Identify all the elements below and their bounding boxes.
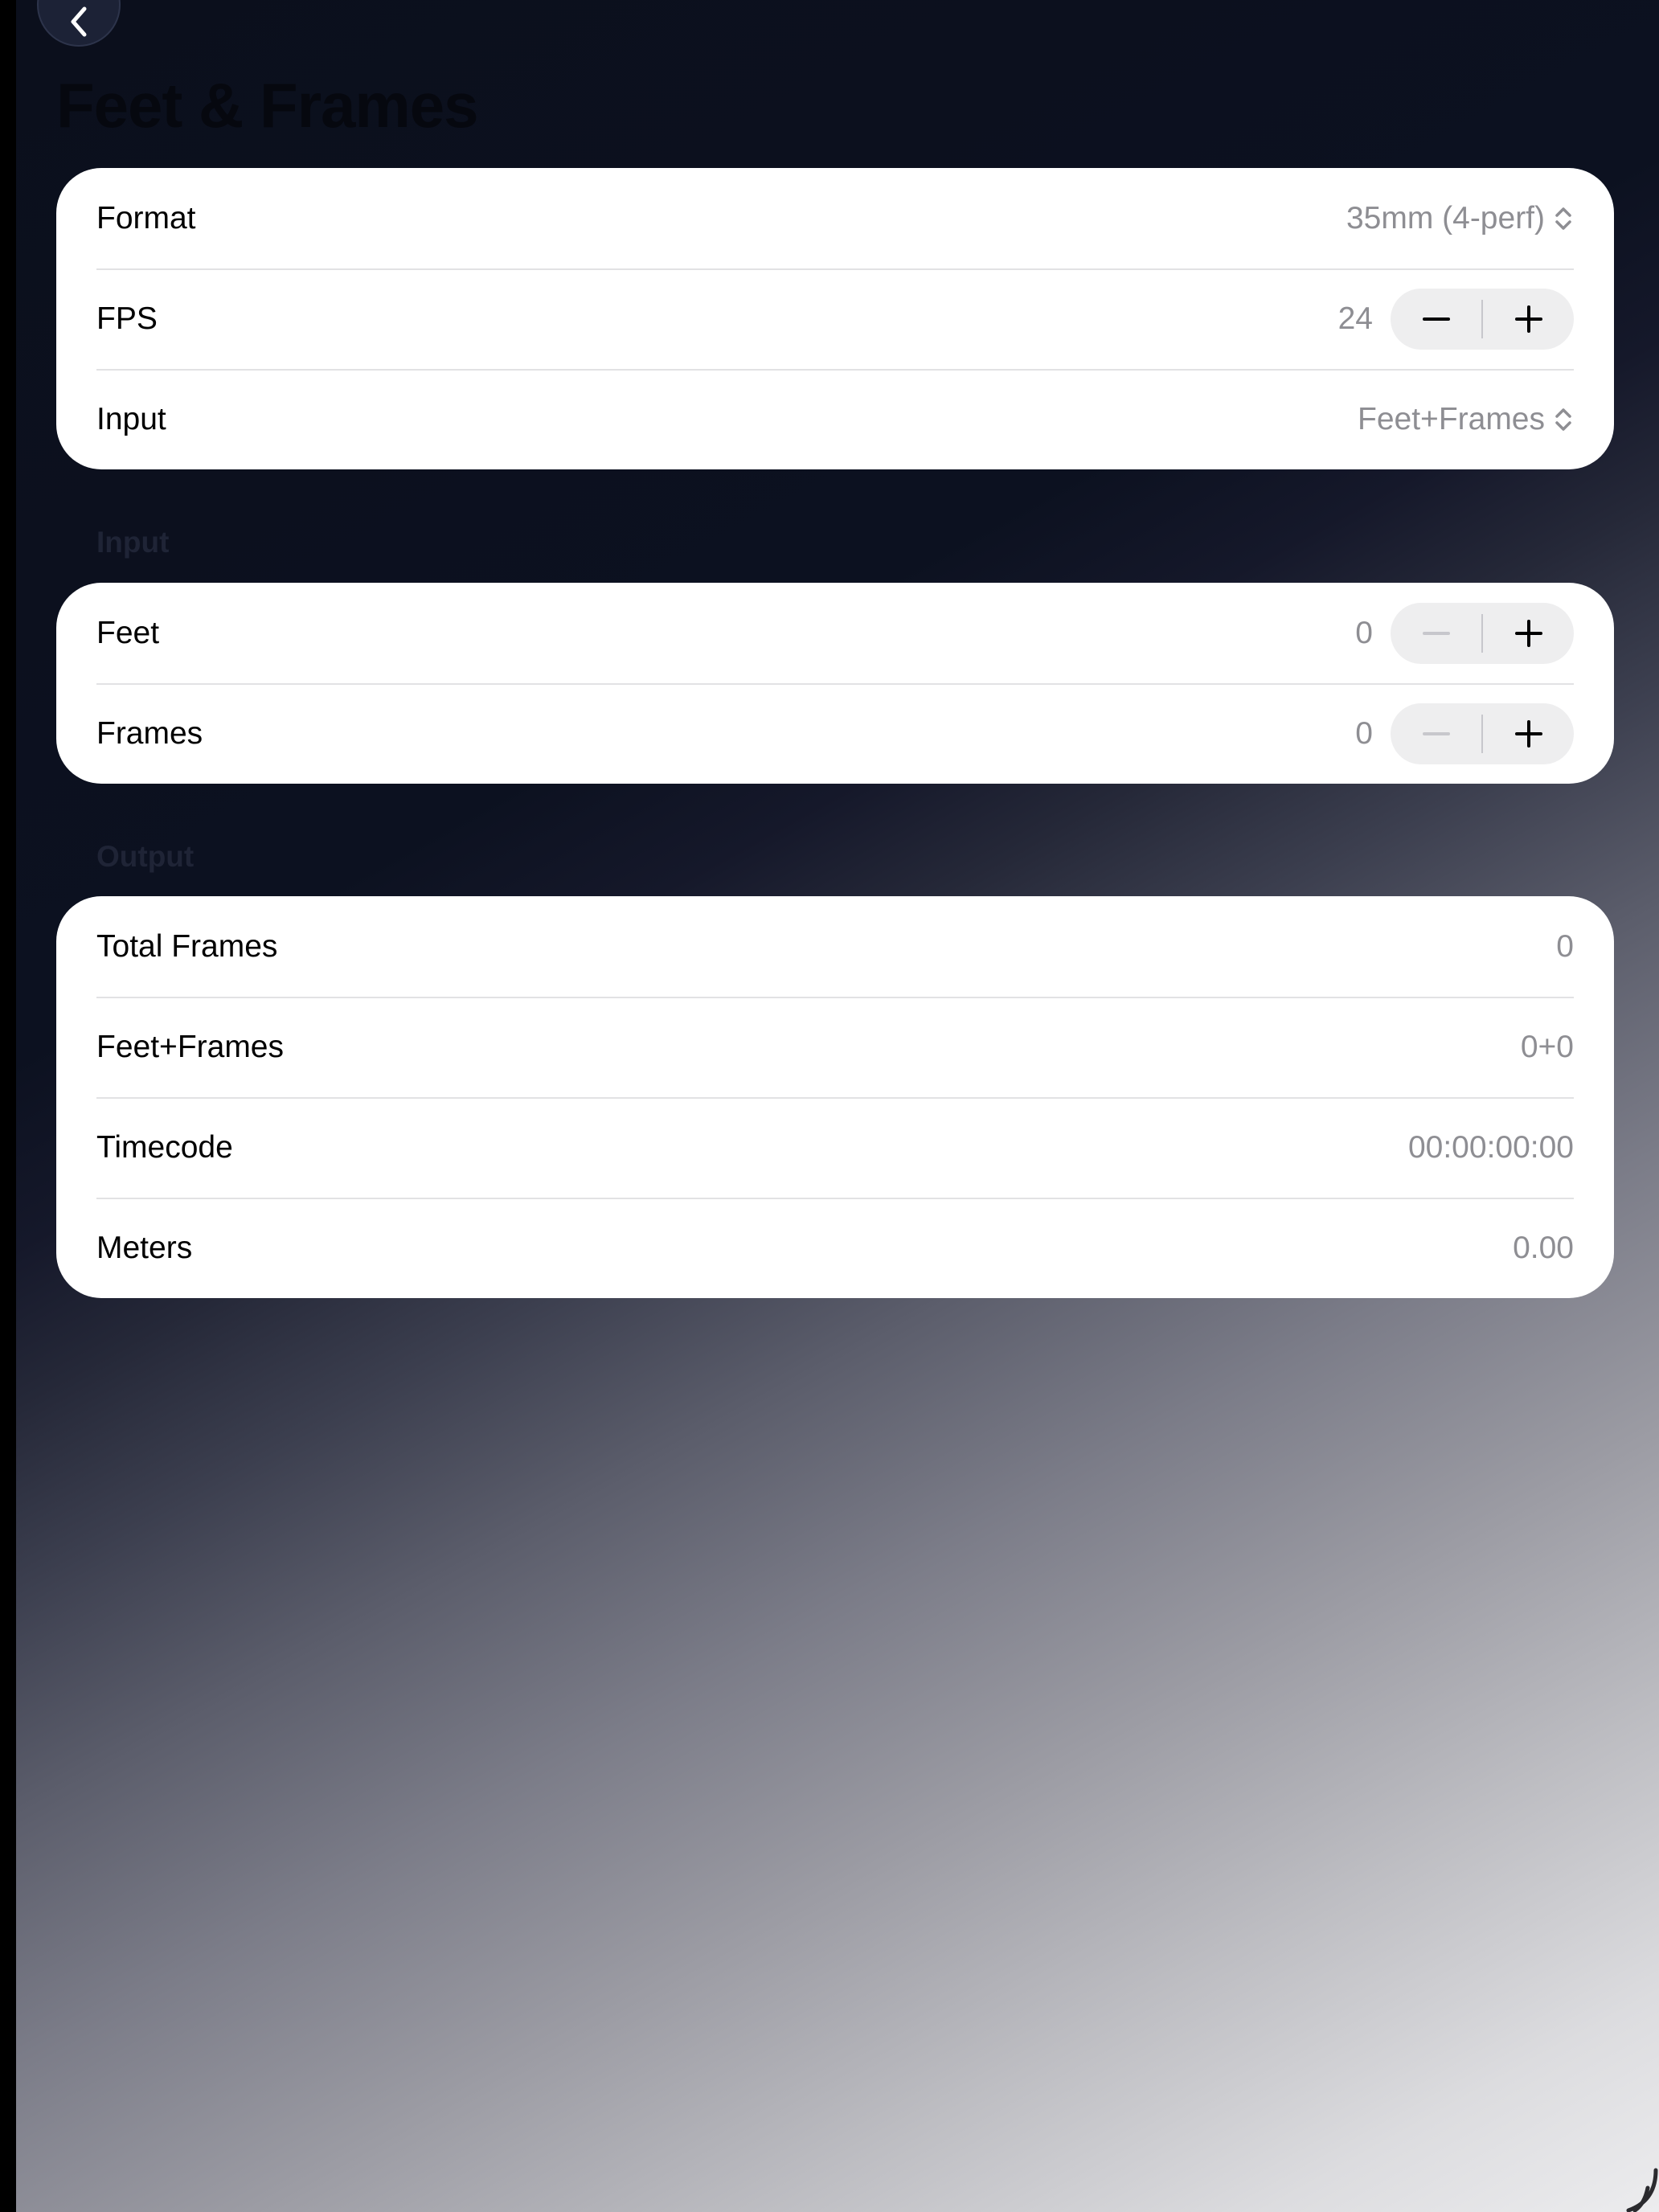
total-frames-value: 0 [1556,928,1574,964]
frames-stepper [1391,703,1574,764]
minus-icon [1422,631,1450,635]
format-row[interactable]: Format 35mm (4-perf) [56,168,1614,268]
format-picker[interactable]: 35mm (4-perf) [1346,201,1574,236]
back-button[interactable] [37,0,121,47]
minus-icon [1422,317,1450,321]
frames-stepper-group: 0 [1355,703,1574,764]
frames-label: Frames [96,715,203,751]
fps-label: FPS [96,301,158,336]
meters-row: Meters 0.00 [56,1198,1614,1298]
chevron-up-down-icon [1555,207,1571,230]
fps-increment-button[interactable] [1483,289,1574,350]
app-screen: Feet & Frames Format 35mm (4-perf) FPS 2… [16,0,1659,2212]
fps-stepper [1391,288,1574,350]
feet-stepper [1391,602,1574,664]
plus-icon [1514,719,1542,748]
fps-decrement-button[interactable] [1391,289,1481,350]
chevron-left-icon [71,6,87,37]
format-value: 35mm (4-perf) [1346,200,1545,236]
total-frames-label: Total Frames [96,928,278,964]
feet-value: 0 [1355,615,1373,650]
frames-increment-button[interactable] [1483,703,1574,764]
feet-decrement-button[interactable] [1391,603,1481,664]
frames-value: 0 [1355,715,1373,751]
feet-frames-row: Feet+Frames 0+0 [56,997,1614,1097]
meters-value: 0.00 [1513,1230,1574,1265]
fps-stepper-group: 24 [1337,288,1574,350]
feet-frames-value: 0+0 [1520,1029,1574,1064]
input-mode-picker[interactable]: Feet+Frames [1358,402,1574,437]
output-section-header: Output [96,840,195,873]
timecode-row: Timecode 00:00:00:00 [56,1097,1614,1198]
feet-row: Feet 0 [56,583,1614,683]
input-card: Feet 0 Frames 0 [56,583,1614,784]
frames-row: Frames 0 [56,683,1614,784]
feet-stepper-group: 0 [1355,602,1574,664]
input-mode-label: Input [96,401,166,436]
feet-label: Feet [96,615,160,650]
settings-card: Format 35mm (4-perf) FPS 24 Input Feet+F… [56,168,1614,469]
timecode-label: Timecode [96,1129,233,1165]
frames-decrement-button[interactable] [1391,703,1481,764]
input-mode-row[interactable]: Input Feet+Frames [56,369,1614,469]
output-card: Total Frames 0 Feet+Frames 0+0 Timecode … [56,896,1614,1298]
feet-increment-button[interactable] [1483,603,1574,664]
fps-row: FPS 24 [56,268,1614,369]
input-section-header: Input [96,526,170,559]
meters-label: Meters [96,1230,193,1265]
minus-icon [1422,731,1450,735]
chevron-up-down-icon [1555,408,1571,431]
page-title: Feet & Frames [56,70,479,141]
resize-handle-icon[interactable] [1611,2164,1659,2212]
plus-icon [1514,619,1542,647]
feet-frames-label: Feet+Frames [96,1029,284,1064]
plus-icon [1514,305,1542,333]
total-frames-row: Total Frames 0 [56,896,1614,997]
input-mode-value: Feet+Frames [1358,401,1545,436]
timecode-value: 00:00:00:00 [1407,1129,1574,1165]
fps-value: 24 [1337,301,1373,336]
format-label: Format [96,200,196,236]
